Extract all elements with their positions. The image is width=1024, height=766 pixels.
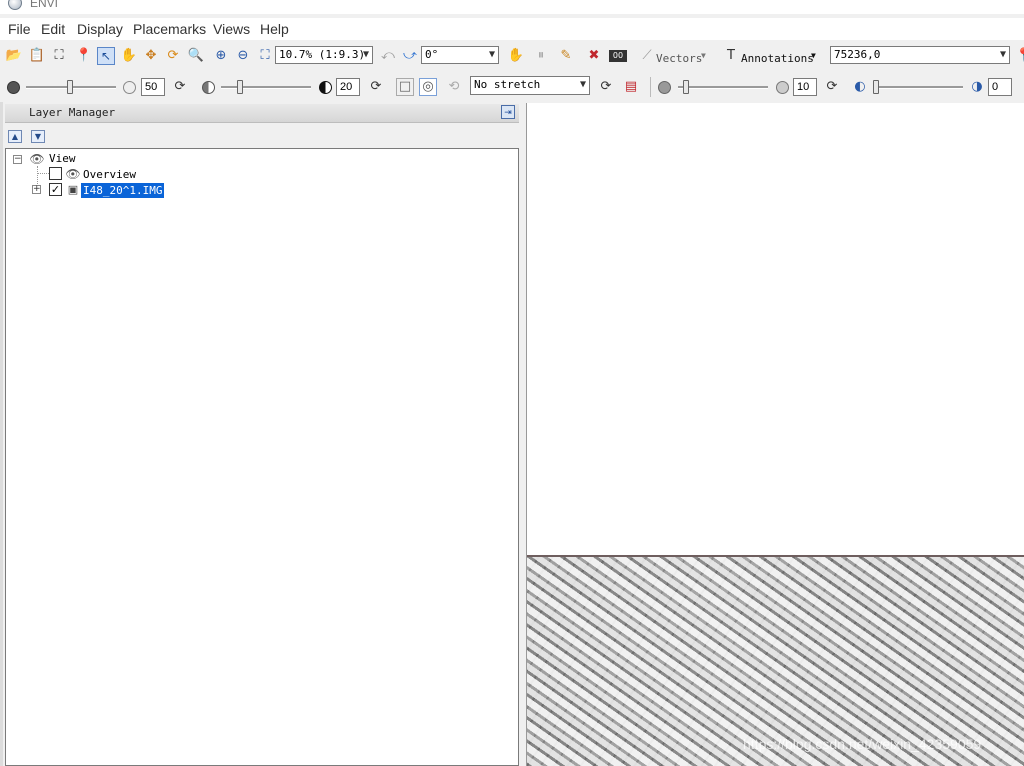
contrast-input[interactable]: 20 bbox=[336, 78, 360, 96]
overview-checkbox[interactable] bbox=[49, 167, 62, 180]
roi-icon[interactable]: ✖ bbox=[585, 47, 603, 65]
layer-checkbox[interactable]: ✓ bbox=[49, 183, 62, 196]
chevron-down-icon: ▼ bbox=[579, 79, 586, 90]
link-icon[interactable]: ⟲ bbox=[445, 78, 463, 96]
brightness-dark-icon bbox=[4, 78, 22, 96]
sharpen-slider-track[interactable] bbox=[678, 86, 768, 89]
clipboard-icon[interactable]: 📋 bbox=[28, 47, 46, 65]
select-arrow-icon[interactable]: ↖ bbox=[97, 47, 115, 65]
contrast-low-icon bbox=[199, 78, 217, 96]
menu-placemarks[interactable]: Placemarks bbox=[133, 21, 206, 37]
rotation-value: 0° bbox=[425, 48, 439, 61]
zoom-in-icon[interactable]: ⊕ bbox=[212, 47, 230, 65]
chevron-down-icon: ▼ bbox=[701, 51, 706, 60]
hand-tool-icon[interactable]: ✋ bbox=[507, 47, 525, 65]
sharpen-input[interactable]: 10 bbox=[793, 78, 817, 96]
zoom-out-icon[interactable]: ⊖ bbox=[234, 47, 252, 65]
location-combo[interactable]: 75236,0 ▼ bbox=[830, 46, 1010, 64]
chevron-down-icon: ▼ bbox=[488, 49, 495, 60]
opacity-icon: ◑ bbox=[971, 79, 983, 94]
tree-item-overview[interactable]: Overview bbox=[83, 168, 136, 181]
chevron-down-icon: ▼ bbox=[811, 51, 816, 60]
pause-icon[interactable]: ⏸ bbox=[532, 47, 550, 65]
watermark-text: https://blog.csdn.net/weixin_42359059 bbox=[743, 736, 982, 752]
transparency-slider-track[interactable] bbox=[873, 86, 963, 89]
menu-file[interactable]: File bbox=[8, 21, 31, 37]
reset-sharpen-icon[interactable]: ⟳ bbox=[823, 78, 841, 96]
toolbar-separator bbox=[650, 77, 651, 97]
expand-layer-icon[interactable]: + bbox=[32, 185, 41, 194]
rotate-left-icon[interactable]: ⤺ bbox=[379, 47, 397, 65]
placemark-pin-icon[interactable]: 📍 bbox=[1015, 47, 1024, 65]
fly-move-icon[interactable]: ✥ bbox=[142, 47, 160, 65]
left-edge bbox=[0, 102, 3, 766]
expand-all-button[interactable]: ▲ bbox=[8, 130, 22, 143]
full-extent-icon[interactable]: □ bbox=[396, 78, 414, 96]
fit-view-icon[interactable]: ◎ bbox=[419, 78, 437, 96]
contrast-high-icon bbox=[316, 78, 334, 96]
annotation-text-icon: T bbox=[727, 48, 735, 63]
vectors-button[interactable]: Vectors bbox=[656, 52, 702, 65]
stretch-value: No stretch bbox=[474, 78, 541, 91]
reset-brightness-icon[interactable]: ⟳ bbox=[171, 78, 189, 96]
contrast-slider-track[interactable] bbox=[221, 86, 311, 89]
raster-image-icon: ▣ bbox=[67, 183, 79, 196]
menu-help[interactable]: Help bbox=[260, 21, 289, 37]
sharpen-slider-thumb[interactable] bbox=[683, 80, 689, 94]
rotate-icon[interactable]: ⟳ bbox=[164, 47, 182, 65]
zoom-icon[interactable]: 🔍 bbox=[187, 47, 205, 65]
brightness-input[interactable]: 50 bbox=[141, 78, 165, 96]
menu-views[interactable]: Views bbox=[213, 21, 250, 37]
layer-manager-header: Layer Manager ⇥ bbox=[5, 104, 519, 123]
pan-hand-icon[interactable]: ✋ bbox=[120, 47, 138, 65]
vector-tool-icon: ⟋ bbox=[642, 48, 652, 63]
counter-icon[interactable]: 00 bbox=[609, 50, 627, 62]
sharpen-low-icon bbox=[655, 78, 673, 96]
refresh-stretch-icon[interactable]: ⟳ bbox=[597, 78, 615, 96]
placemark-pin-icon[interactable]: 📍 bbox=[75, 47, 93, 65]
crop-icon[interactable]: ⛶ bbox=[50, 47, 68, 65]
collapse-view-icon[interactable]: − bbox=[13, 155, 22, 164]
chevron-down-icon: ▼ bbox=[999, 49, 1006, 60]
layer-manager-title: Layer Manager bbox=[29, 106, 116, 119]
menu-display[interactable]: Display bbox=[77, 21, 123, 37]
collapse-all-button[interactable]: ▼ bbox=[31, 130, 45, 143]
zoom-value: 10.7% (1:9.3) bbox=[279, 48, 366, 61]
open-folder-icon[interactable]: 📂 bbox=[5, 47, 23, 65]
menu-edit[interactable]: Edit bbox=[41, 21, 65, 37]
window-title: ENVI bbox=[30, 0, 59, 10]
rotation-combo[interactable]: 0° ▼ bbox=[421, 46, 499, 64]
transparency-input[interactable]: 0 bbox=[988, 78, 1012, 96]
menu-bar: File Edit Display Placemarks Views Help bbox=[0, 18, 1024, 40]
tree-connector bbox=[37, 173, 49, 174]
terrain-image bbox=[527, 555, 1024, 766]
zoom-extent-icon[interactable]: ⛶ bbox=[256, 47, 274, 65]
dock-panel-icon[interactable]: ⇥ bbox=[501, 105, 515, 119]
stretch-combo[interactable]: No stretch ▼ bbox=[470, 76, 590, 95]
title-bar: ENVI bbox=[0, 0, 1024, 14]
main-toolbar: 📂 📋 ⛶ 📍 ↖ ✋ ✥ ⟳ 🔍 ⊕ ⊖ ⛶ 10.7% (1:9.3) ▼ … bbox=[0, 42, 1024, 70]
sharpen-high-icon bbox=[773, 78, 791, 96]
contrast-slider-thumb[interactable] bbox=[237, 80, 243, 94]
layer-tree: − 👁 View 👁 Overview + ✓ ▣ I48_20^1.IMG bbox=[5, 148, 519, 766]
brightness-slider-thumb[interactable] bbox=[67, 80, 73, 94]
location-value: 75236,0 bbox=[834, 48, 881, 61]
reset-contrast-icon[interactable]: ⟳ bbox=[367, 78, 385, 96]
image-viewport[interactable]: https://blog.csdn.net/weixin_42359059 bbox=[526, 103, 1024, 766]
zoom-combo[interactable]: 10.7% (1:9.3) ▼ bbox=[275, 46, 373, 64]
tree-root-view[interactable]: View bbox=[49, 152, 76, 165]
transparency-icon: ◐ bbox=[854, 79, 866, 94]
enhancement-toolbar: 50 ⟳ 20 ⟳ □ ◎ ⟲ No stretch ▼ ⟳ ▤ 10 ⟳ ◐ … bbox=[0, 72, 1024, 102]
envi-app-icon bbox=[8, 0, 22, 10]
crosshair-pencil-icon[interactable]: ✎ bbox=[557, 47, 575, 65]
tree-item-image-layer[interactable]: I48_20^1.IMG bbox=[81, 183, 165, 198]
rotate-right-icon[interactable]: ⤻ bbox=[401, 47, 419, 65]
chevron-down-icon: ▼ bbox=[362, 49, 369, 60]
histogram-icon[interactable]: ▤ bbox=[622, 78, 640, 96]
brightness-light-icon bbox=[120, 78, 138, 96]
annotations-button[interactable]: Annotations bbox=[741, 52, 814, 65]
transparency-slider-thumb[interactable] bbox=[873, 80, 879, 94]
